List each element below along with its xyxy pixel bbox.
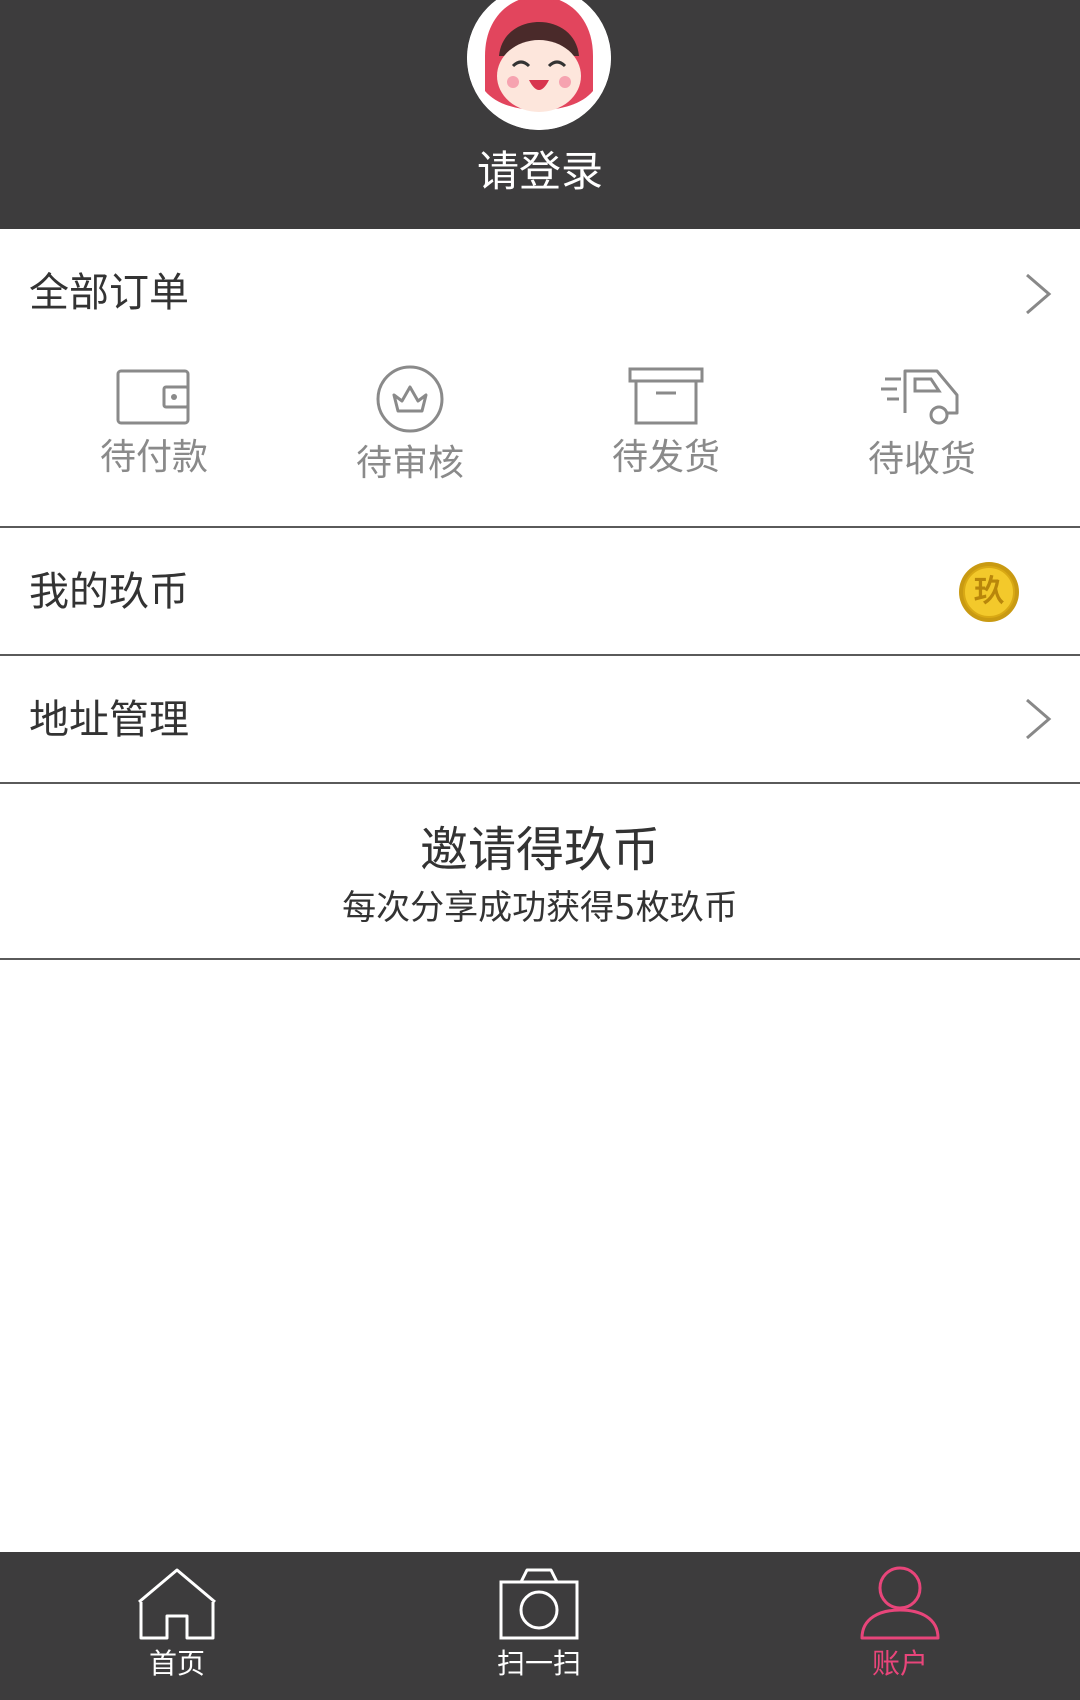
tab-account[interactable]: 账户 <box>800 1552 1000 1700</box>
status-pending-payment[interactable]: 待付款 <box>74 365 234 495</box>
tab-home[interactable]: 首页 <box>77 1552 277 1700</box>
divider <box>0 958 1080 960</box>
account-page: 请登录 全部订单 待付款 待审核 待发货 待收货 我的玖币 玖 地址管理 邀请得… <box>0 0 1080 1700</box>
home-icon <box>138 1568 216 1640</box>
divider <box>0 654 1080 656</box>
status-label: 待付款 <box>99 437 208 478</box>
tab-label: 扫一扫 <box>496 1647 581 1680</box>
truck-icon <box>881 369 959 425</box>
coin-badge[interactable]: 玖 <box>958 561 1020 623</box>
status-pending-review[interactable]: 待审核 <box>330 365 490 495</box>
status-label: 待审核 <box>355 443 464 484</box>
login-prompt[interactable]: 请登录 <box>0 142 1080 202</box>
box-icon <box>628 367 704 425</box>
status-pending-shipment[interactable]: 待发货 <box>586 365 746 495</box>
divider <box>0 782 1080 784</box>
camera-icon <box>499 1568 579 1640</box>
status-label: 待发货 <box>611 437 720 478</box>
bottom-tab-bar: 首页 扫一扫 账户 <box>0 1552 1080 1700</box>
address-management-title[interactable]: 地址管理 <box>29 690 189 750</box>
tab-scan[interactable]: 扫一扫 <box>439 1552 639 1700</box>
avatar-girl-icon <box>467 0 611 130</box>
invite-title[interactable]: 邀请得玖币 <box>0 818 1080 882</box>
all-orders-title[interactable]: 全部订单 <box>29 263 189 323</box>
invite-subtitle: 每次分享成功获得5枚玖币 <box>342 888 738 928</box>
review-icon <box>376 365 444 433</box>
my-coins-title[interactable]: 我的玖币 <box>29 562 189 622</box>
divider <box>0 526 1080 528</box>
coin-badge-text: 玖 <box>974 574 1004 609</box>
chevron-right-icon[interactable] <box>1023 271 1053 317</box>
profile-header: 请登录 <box>0 0 1080 229</box>
tab-label: 账户 <box>871 1647 928 1680</box>
tab-label: 首页 <box>148 1647 205 1680</box>
status-pending-receipt[interactable]: 待收货 <box>842 365 1002 495</box>
wallet-icon <box>116 369 190 425</box>
avatar[interactable] <box>467 0 611 130</box>
status-label: 待收货 <box>867 439 976 480</box>
user-icon <box>860 1566 940 1640</box>
chevron-right-icon[interactable] <box>1023 696 1053 742</box>
